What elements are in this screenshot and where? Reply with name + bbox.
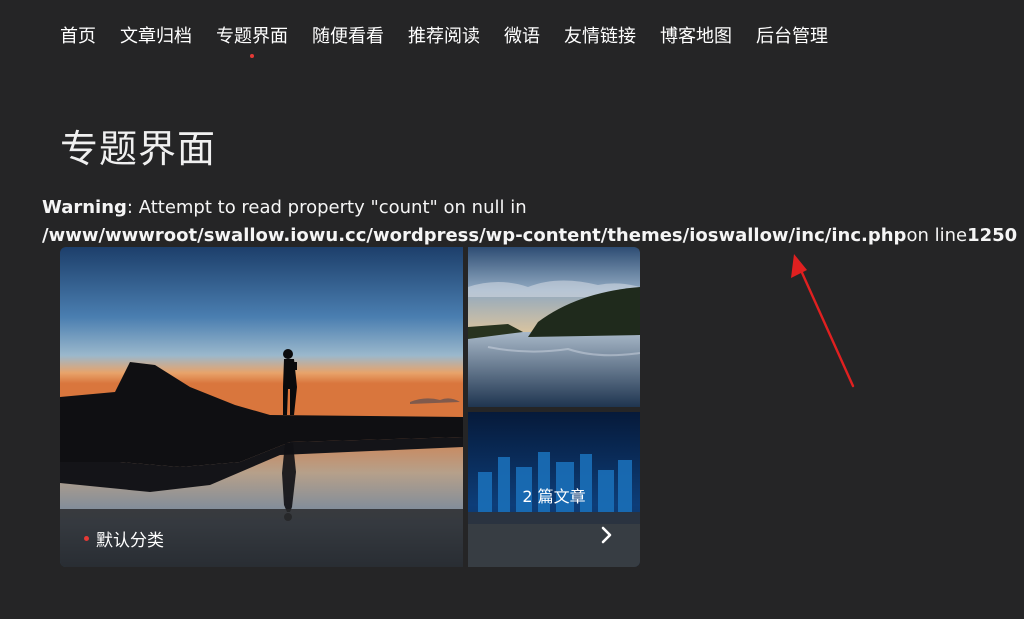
topic-thumbnail-lake xyxy=(468,247,640,407)
topic-card[interactable]: 默认分类 2 篇文章 xyxy=(60,247,640,567)
nav-item-microposts[interactable]: 微语 xyxy=(492,22,552,52)
topic-cover-image: 默认分类 xyxy=(60,247,463,567)
category-label[interactable]: 默认分类 xyxy=(84,526,164,551)
nav-item-topics[interactable]: 专题界面 xyxy=(204,22,300,58)
category-name: 默认分类 xyxy=(96,531,164,551)
nav-item-label: 随便看看 xyxy=(312,26,384,47)
nav-item-label: 博客地图 xyxy=(660,26,732,47)
warning-message: : Attempt to read property "count" on nu… xyxy=(126,197,527,218)
annotation-arrow-icon xyxy=(791,254,855,388)
warning-label: Warning xyxy=(42,197,127,218)
active-indicator-dot xyxy=(250,54,254,58)
warning-file-path: /www/wwwroot/swallow.iowu.cc/wordpress/w… xyxy=(42,225,907,246)
nav-item-recommended[interactable]: 推荐阅读 xyxy=(396,22,492,52)
nav-item-links[interactable]: 友情链接 xyxy=(552,22,648,52)
nav-item-admin[interactable]: 后台管理 xyxy=(744,22,840,52)
nav-item-archive[interactable]: 文章归档 xyxy=(108,22,204,52)
post-count: 2 篇文章 xyxy=(522,487,586,506)
nav-item-label: 文章归档 xyxy=(120,26,192,47)
nav-item-label: 友情链接 xyxy=(564,26,636,47)
nav-item-label: 专题界面 xyxy=(216,26,288,47)
chevron-right-icon[interactable] xyxy=(597,525,617,545)
nav-item-label: 微语 xyxy=(504,26,540,47)
php-warning: Warning: Attempt to read property "count… xyxy=(42,194,1017,250)
nav-item-label: 后台管理 xyxy=(756,26,828,47)
top-nav: 首页 文章归档 专题界面 随便看看 推荐阅读 微语 友情链接 博客地图 后台管理 xyxy=(48,22,840,58)
nav-item-label: 首页 xyxy=(60,26,96,47)
nav-item-home[interactable]: 首页 xyxy=(48,22,108,52)
nav-item-sitemap[interactable]: 博客地图 xyxy=(648,22,744,52)
warning-line-number: 1250 xyxy=(967,225,1018,246)
warning-line-text: on line xyxy=(906,225,968,246)
nav-item-random[interactable]: 随便看看 xyxy=(300,22,396,52)
category-dot xyxy=(84,536,89,541)
nav-item-label: 推荐阅读 xyxy=(408,26,480,47)
page-title: 专题界面 xyxy=(60,127,217,171)
